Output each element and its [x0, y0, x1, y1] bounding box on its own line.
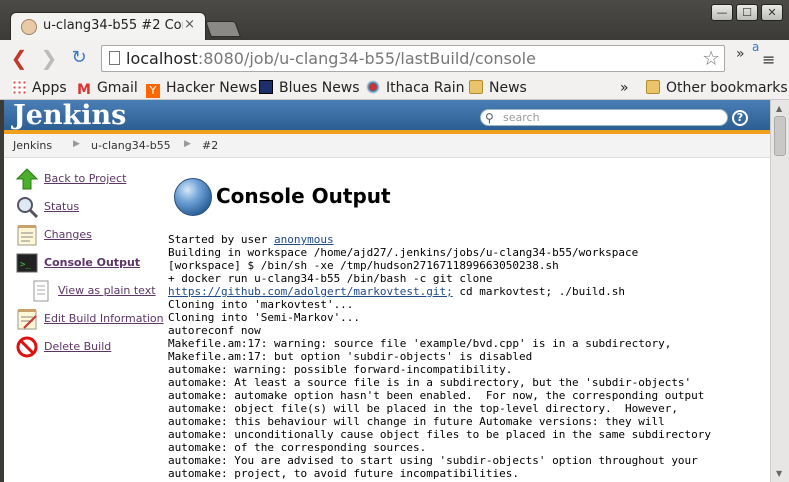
up-arrow-icon [15, 168, 39, 190]
tab-title: u-clang34-b55 #2 Con [43, 18, 183, 33]
tab-close-icon[interactable]: × [184, 17, 195, 32]
breadcrumb: Jenkins ▶ u-clang34-b55 ▶ #2 [4, 134, 770, 158]
back-arrow-icon[interactable]: ❮ [8, 48, 30, 68]
folder-icon [469, 80, 483, 94]
bookmark-gmail[interactable]: M Gmail [77, 78, 138, 98]
menu-icon[interactable]: ≡ [762, 50, 775, 69]
breadcrumb-job[interactable]: u-clang34-b55 [91, 139, 171, 152]
breadcrumb-jenkins[interactable]: Jenkins [13, 139, 52, 152]
breadcrumb-arrow-icon[interactable]: ▶ [73, 139, 80, 149]
other-bookmarks-folder[interactable]: Other bookmarks [646, 78, 788, 98]
notepad-icon [16, 224, 38, 246]
breadcrumb-arrow-icon[interactable]: ▶ [184, 139, 191, 149]
new-tab-button[interactable] [205, 21, 241, 37]
bookmark-hacker-news[interactable]: Y Hacker News [146, 78, 257, 98]
breadcrumb-build[interactable]: #2 [202, 139, 218, 152]
search-placeholder: search [503, 111, 540, 124]
page-scrollbar[interactable]: ▲ ▼ [770, 100, 789, 482]
bookmark-ithaca-rain[interactable]: Ithaca Rain [366, 78, 465, 98]
jenkins-header: Jenkins ⚲ search ? [4, 100, 770, 134]
document-icon [30, 280, 52, 302]
window-titlebar: u-clang34-b55 #2 Con × — ☐ ✕ [0, 0, 789, 42]
magnifier-icon [16, 196, 39, 219]
terminal-icon: >_ [16, 252, 38, 274]
reload-icon[interactable]: ↻ [68, 48, 90, 68]
console-log: Started by user anonymous Building in wo… [168, 233, 712, 480]
scroll-up-icon[interactable]: ▲ [776, 104, 782, 113]
no-entry-icon [16, 336, 38, 358]
url-text: localhost:8080/job/u-clang34-b55/lastBui… [126, 49, 536, 68]
extensions-overflow[interactable]: » [736, 46, 745, 62]
console-ball-icon [174, 178, 212, 216]
blues-news-icon [259, 80, 273, 94]
page-icon [109, 51, 120, 65]
folder-icon [646, 80, 660, 94]
bookmark-apps[interactable]: Apps [12, 78, 67, 98]
svg-text:>_: >_ [20, 260, 31, 270]
address-bar[interactable]: localhost:8080/job/u-clang34-b55/lastBui… [101, 45, 725, 72]
translate-icon[interactable]: a [752, 40, 759, 54]
jenkins-page: Jenkins ⚲ search ? Jenkins ▶ u-clang34-b… [4, 100, 770, 482]
apps-grid-icon [12, 80, 26, 94]
minimize-button[interactable]: — [711, 4, 733, 21]
close-window-button[interactable]: ✕ [761, 4, 783, 21]
bookmarks-bar: Apps M Gmail Y Hacker News Blues News Itha… [0, 76, 789, 100]
ithaca-rain-icon [366, 80, 380, 94]
jenkins-logo[interactable]: Jenkins [13, 100, 126, 131]
gmail-icon: M [77, 82, 91, 98]
notepad-edit-icon [16, 308, 38, 330]
browser-tab[interactable]: u-clang34-b55 #2 Con × [10, 12, 206, 42]
help-icon[interactable]: ? [732, 110, 748, 126]
search-box[interactable]: ⚲ search [480, 109, 728, 126]
bookmark-news-folder[interactable]: News [469, 78, 527, 98]
bookmark-star-icon[interactable]: ☆ [702, 46, 720, 70]
bookmark-blues-news[interactable]: Blues News [259, 78, 360, 98]
maximize-button[interactable]: ☐ [736, 4, 758, 21]
user-link[interactable]: anonymous [274, 233, 334, 246]
search-icon: ⚲ [485, 111, 494, 125]
page-title: Console Output [216, 184, 391, 208]
bookmarks-overflow[interactable]: » [620, 78, 629, 98]
console-output-rest: Cloning into 'markovtest'... Cloning int… [168, 298, 712, 480]
scrollbar-thumb[interactable] [774, 116, 786, 156]
scroll-down-icon[interactable]: ▼ [776, 469, 782, 478]
repo-link[interactable]: https://github.com/adolgert/markovtest.g… [168, 285, 453, 298]
forward-arrow-icon[interactable]: ❯ [38, 48, 60, 68]
jenkins-favicon-icon [21, 19, 37, 35]
hacker-news-icon: Y [146, 84, 160, 98]
